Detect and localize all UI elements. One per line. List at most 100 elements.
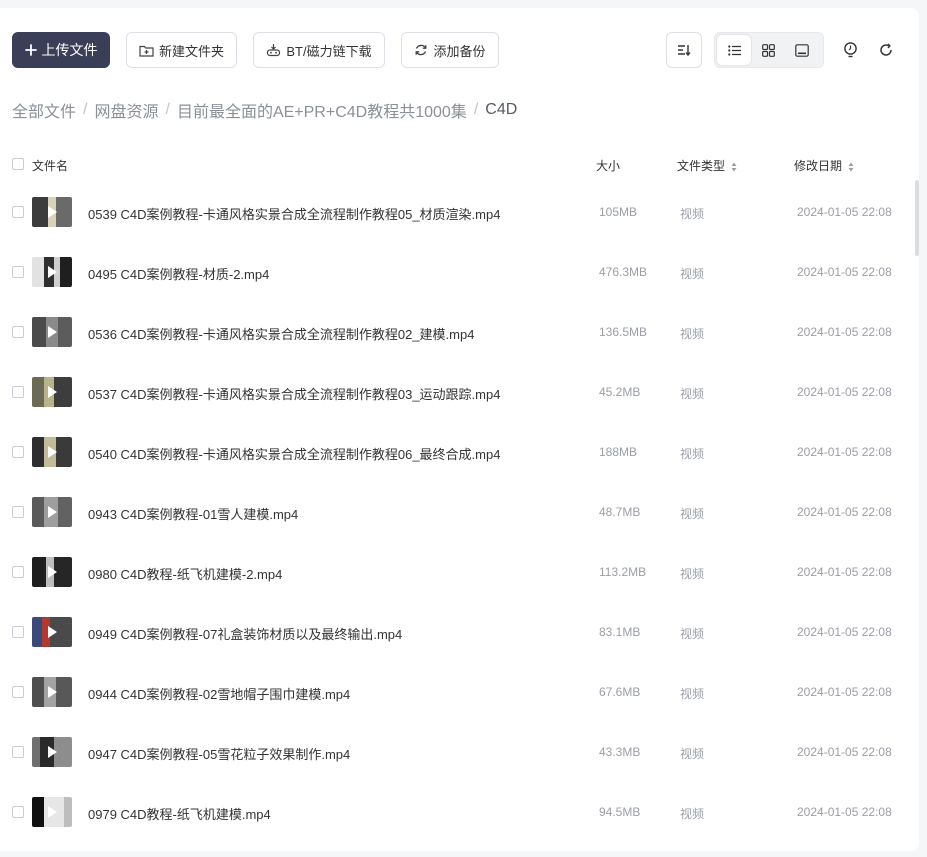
magnet-download-icon [267,44,281,57]
video-thumbnail [32,737,72,767]
table-row[interactable]: 0943 C4D案例教程-01雪人建模.mp4 48.7MB 视频 2024-0… [0,482,919,542]
table-row[interactable]: 0949 C4D案例教程-07礼盒装饰材质以及最终输出.mp4 83.1MB 视… [0,602,919,662]
file-date: 2024-01-05 22:08 [797,745,892,759]
file-size: 136.5MB [599,325,648,339]
file-size: 83.1MB [599,625,641,639]
file-size: 45.2MB [599,385,641,399]
sort-arrows-icon [848,162,854,172]
grid-view-button[interactable] [751,35,785,65]
list-view-button[interactable] [717,35,751,65]
column-header-type[interactable]: 文件类型 [677,157,737,174]
video-thumbnail [32,557,72,587]
column-header-date[interactable]: 修改日期 [794,157,854,174]
refresh-icon [880,43,892,56]
row-checkbox[interactable] [12,266,24,278]
file-date: 2024-01-05 22:08 [797,565,892,579]
play-icon [48,266,57,278]
table-row[interactable]: 0539 C4D案例教程-卡通风格实景合成全流程制作教程05_材质渲染.mp4 … [0,182,919,242]
play-icon [48,206,57,218]
file-name[interactable]: 0979 C4D教程-纸飞机建模.mp4 [88,804,271,823]
row-checkbox[interactable] [12,506,24,518]
row-checkbox[interactable] [12,326,24,338]
file-name[interactable]: 0949 C4D案例教程-07礼盒装饰材质以及最终输出.mp4 [88,624,402,643]
bt-download-button[interactable]: BT/磁力链下载 [253,32,385,68]
select-all-checkbox[interactable] [12,158,24,170]
file-name[interactable]: 0944 C4D案例教程-02雪地帽子围巾建模.mp4 [88,684,350,703]
row-checkbox[interactable] [12,806,24,818]
row-checkbox[interactable] [12,626,24,638]
file-name[interactable]: 0536 C4D案例教程-卡通风格实景合成全流程制作教程02_建模.mp4 [88,324,474,343]
video-thumbnail [32,617,72,647]
new-folder-button[interactable]: 新建文件夹 [126,32,237,68]
bt-download-button-label: BT/磁力链下载 [286,43,372,59]
file-name[interactable]: 0943 C4D案例教程-01雪人建模.mp4 [88,504,298,523]
video-thumbnail [32,257,72,287]
add-backup-button-label: 添加备份 [433,43,486,59]
folder-plus-icon [139,45,154,57]
file-name[interactable]: 0947 C4D案例教程-05雪花粒子效果制作.mp4 [88,744,350,763]
preview-view-button[interactable] [785,35,819,65]
breadcrumb-item-current: C4D [485,101,518,118]
table-row[interactable]: 0536 C4D案例教程-卡通风格实景合成全流程制作教程02_建模.mp4 13… [0,302,919,362]
tips-button[interactable] [836,32,864,68]
file-date: 2024-01-05 22:08 [797,445,892,459]
view-mode-group [714,32,824,68]
row-checkbox[interactable] [12,206,24,218]
row-checkbox[interactable] [12,746,24,758]
play-icon [48,326,57,338]
file-type: 视频 [680,567,705,581]
file-size: 105MB [599,205,638,219]
video-thumbnail [32,497,72,527]
grid-view-icon [761,43,775,57]
file-date: 2024-01-05 22:08 [797,625,892,639]
sort-arrows-icon [731,162,737,172]
breadcrumb-separator: / [83,101,88,118]
file-date: 2024-01-05 22:08 [797,685,892,699]
list-view-icon [727,44,741,56]
play-icon [48,446,57,458]
table-row[interactable]: 0495 C4D案例教程-材质-2.mp4 476.3MB 视频 2024-01… [0,242,919,302]
plus-icon [24,44,37,56]
row-checkbox[interactable] [12,566,24,578]
file-size: 94.5MB [599,805,641,819]
sort-button[interactable] [666,32,702,68]
table-header: 文件名 大小 文件类型 修改日期 [0,150,919,178]
row-checkbox[interactable] [12,446,24,458]
table-row[interactable]: 0979 C4D教程-纸飞机建模.mp4 94.5MB 视频 2024-01-0… [0,782,919,842]
column-header-date-label: 修改日期 [794,159,843,173]
file-name[interactable]: 0495 C4D案例教程-材质-2.mp4 [88,264,269,283]
upload-button[interactable]: 上传文件 [12,32,110,68]
file-name[interactable]: 0980 C4D教程-纸飞机建模-2.mp4 [88,564,282,583]
file-type: 视频 [680,627,705,641]
play-icon [48,386,57,398]
breadcrumb-separator: / [165,101,170,118]
file-type: 视频 [680,387,705,401]
breadcrumb-item-netdisk[interactable]: 网盘资源 [94,98,158,122]
file-date: 2024-01-05 22:08 [797,205,892,219]
play-icon [48,626,57,638]
breadcrumb: 全部文件 / 网盘资源 / 目前最全面的AE+PR+C4D教程共1000集 / … [12,98,518,122]
table-row[interactable]: 0537 C4D案例教程-卡通风格实景合成全流程制作教程03_运动跟踪.mp4 … [0,362,919,422]
file-size: 48.7MB [599,505,641,519]
row-checkbox[interactable] [12,386,24,398]
table-row[interactable]: 0540 C4D案例教程-卡通风格实景合成全流程制作教程06_最终合成.mp4 … [0,422,919,482]
row-checkbox[interactable] [12,686,24,698]
play-icon [48,746,57,758]
refresh-backup-icon [416,44,427,56]
file-date: 2024-01-05 22:08 [797,265,892,279]
file-name[interactable]: 0540 C4D案例教程-卡通风格实景合成全流程制作教程06_最终合成.mp4 [88,444,500,463]
table-row[interactable]: 0980 C4D教程-纸飞机建模-2.mp4 113.2MB 视频 2024-0… [0,542,919,602]
breadcrumb-item-all-files[interactable]: 全部文件 [12,98,76,122]
table-row[interactable]: 0947 C4D案例教程-05雪花粒子效果制作.mp4 43.3MB 视频 20… [0,722,919,782]
add-backup-button[interactable]: 添加备份 [401,32,499,68]
video-thumbnail [32,677,72,707]
preview-view-icon [795,43,809,57]
video-thumbnail [32,197,72,227]
video-thumbnail [32,377,72,407]
refresh-button[interactable] [872,32,900,68]
file-name[interactable]: 0537 C4D案例教程-卡通风格实景合成全流程制作教程03_运动跟踪.mp4 [88,384,500,403]
breadcrumb-item-course-folder[interactable]: 目前最全面的AE+PR+C4D教程共1000集 [177,98,467,122]
table-row[interactable]: 0944 C4D案例教程-02雪地帽子围巾建模.mp4 67.6MB 视频 20… [0,662,919,722]
file-name[interactable]: 0539 C4D案例教程-卡通风格实景合成全流程制作教程05_材质渲染.mp4 [88,204,500,223]
vertical-scrollbar[interactable] [915,180,919,256]
